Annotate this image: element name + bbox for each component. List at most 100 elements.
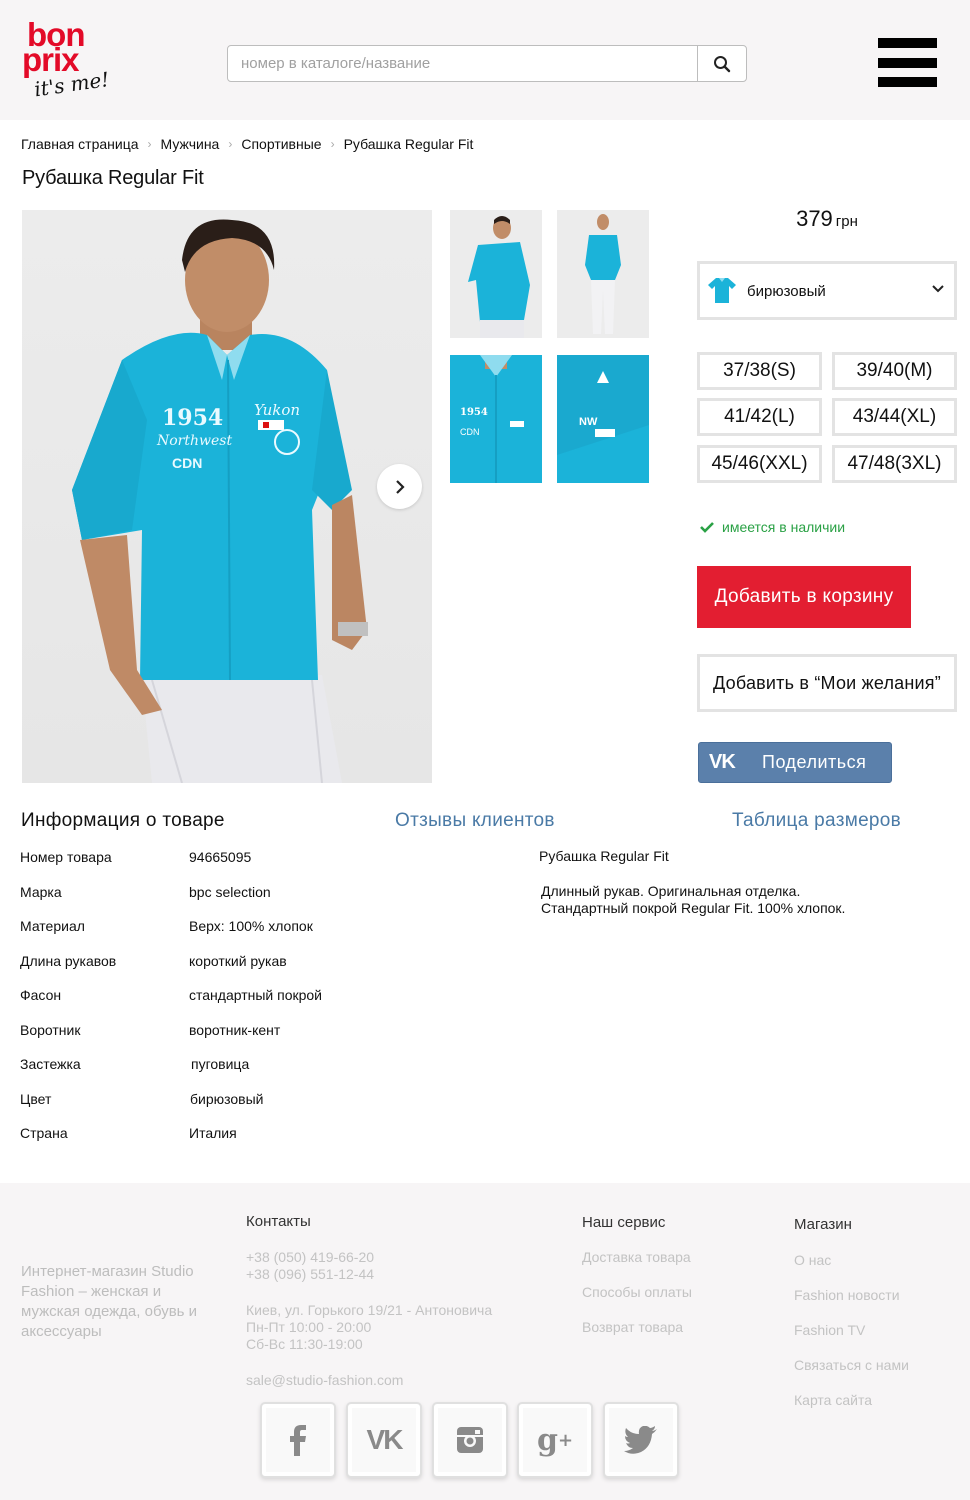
twitter-glyph (624, 1426, 657, 1454)
next-image-button[interactable] (377, 464, 422, 509)
detail-value: короткий рукав (189, 953, 287, 969)
svg-text:CDN: CDN (460, 427, 480, 437)
site-header: bon prix it's me! (0, 0, 970, 120)
size-option[interactable]: 41/42(L) (697, 398, 822, 436)
stock-status-text: имеется в наличии (722, 519, 846, 535)
svg-text:1954: 1954 (460, 407, 488, 418)
description-text: Длинный рукав. Оригинальная отделка. Ста… (541, 883, 941, 917)
detail-key: Длина рукавов (20, 953, 117, 969)
thumbnail-2[interactable] (557, 210, 649, 338)
detail-row: Страна Италия (20, 1125, 520, 1145)
vk-share-button[interactable]: VK Поделиться (698, 742, 892, 783)
bonprix-logo[interactable]: bon prix it's me! (22, 18, 112, 102)
size-option[interactable]: 37/38(S) (697, 352, 822, 390)
breadcrumb-home[interactable]: Главная страница (21, 136, 139, 152)
twitter-icon[interactable] (603, 1402, 679, 1478)
detail-key: Страна (20, 1125, 68, 1141)
size-option[interactable]: 47/48(3XL) (832, 445, 957, 483)
tab-size-chart[interactable]: Таблица размеров (732, 810, 901, 832)
product-main-image[interactable]: 1954 Northwest CDN Yukon (22, 210, 432, 783)
detail-value: Верх: 100% хлопок (189, 918, 313, 934)
footer-contacts-title: Контакты (246, 1213, 311, 1230)
checkmark-icon (700, 522, 714, 533)
selected-color: бирюзовый (747, 283, 826, 300)
google-plus-icon[interactable]: g + (517, 1402, 593, 1478)
chevron-right-icon: › (147, 137, 152, 151)
breadcrumb-sport[interactable]: Спортивные (241, 136, 321, 152)
thumbnail-photo (557, 210, 649, 338)
footer-link[interactable]: О нас (794, 1252, 831, 1268)
tab-product-info[interactable]: Информация о товаре (21, 810, 225, 832)
svg-text:CDN: CDN (172, 455, 202, 471)
instagram-icon[interactable] (432, 1402, 508, 1478)
footer-link[interactable]: Возврат товара (582, 1319, 683, 1335)
detail-value: Италия (189, 1125, 237, 1141)
detail-key: Номер товара (20, 849, 112, 865)
svg-text:Yukon: Yukon (254, 401, 300, 419)
vk-icon[interactable]: VK (346, 1402, 422, 1478)
footer-link[interactable]: Карта сайта (794, 1392, 872, 1408)
chevron-down-icon (932, 285, 944, 293)
size-option[interactable]: 43/44(XL) (832, 398, 957, 436)
thumbnail-3[interactable]: 1954 CDN (450, 355, 542, 483)
search-icon (714, 55, 731, 72)
hamburger-menu-icon[interactable] (878, 38, 937, 87)
color-select[interactable]: бирюзовый (697, 261, 957, 320)
search-bar (227, 45, 747, 82)
detail-row: Марка bpc selection (20, 884, 520, 904)
thumbnail-4[interactable]: NW (557, 355, 649, 483)
description-line: Стандартный покрой Regular Fit. 100% хло… (541, 900, 846, 916)
detail-row: Материал Верх: 100% хлопок (20, 918, 520, 938)
model-photo: 1954 Northwest CDN Yukon (72, 219, 368, 783)
stock-status: имеется в наличии (700, 519, 845, 535)
detail-value: стандартный покрой (189, 987, 323, 1003)
svg-text:Northwest: Northwest (156, 433, 232, 449)
breadcrumb-current: Рубашка Regular Fit (343, 136, 474, 152)
footer-phone[interactable]: +38 (050) 419-66-20 (246, 1249, 374, 1266)
chevron-right-icon: › (330, 137, 335, 151)
detail-key: Материал (20, 918, 85, 934)
detail-row: Воротник воротник-кент (20, 1022, 520, 1042)
detail-value: bpc selection (189, 884, 271, 900)
description-line: Длинный рукав. Оригинальная отделка. (541, 883, 801, 899)
price-value: 379 (796, 206, 833, 231)
detail-value: пуговица (191, 1056, 250, 1072)
footer-about: Интернет-магазин Studio Fashion – женска… (21, 1263, 198, 1340)
thumbnail-photo: NW (557, 355, 649, 483)
size-option[interactable]: 45/46(XXL) (697, 445, 822, 483)
footer-link[interactable]: Связаться с нами (794, 1357, 909, 1373)
detail-value: воротник-кент (189, 1022, 281, 1038)
search-button[interactable] (697, 46, 746, 81)
svg-text:1954: 1954 (162, 405, 223, 431)
page-title: Рубашка Regular Fit (22, 167, 204, 189)
footer-link[interactable]: Способы оплаты (582, 1284, 692, 1300)
size-option[interactable]: 39/40(M) (832, 352, 957, 390)
footer-phone[interactable]: +38 (096) 551-12-44 (246, 1266, 374, 1283)
detail-value: бирюзовый (190, 1091, 264, 1107)
footer-email[interactable]: sale@studio-fashion.com (246, 1372, 403, 1388)
detail-key: Воротник (20, 1022, 81, 1038)
detail-key: Марка (20, 884, 62, 900)
detail-key: Застежка (20, 1056, 81, 1072)
footer-link[interactable]: Fashion TV (794, 1322, 865, 1338)
add-to-cart-button[interactable]: Добавить в корзину (697, 566, 911, 628)
detail-key: Цвет (20, 1091, 52, 1107)
search-input[interactable] (228, 46, 698, 81)
detail-row: Номер товара 94665095 (20, 849, 520, 869)
detail-row: Застежка пуговица (20, 1056, 520, 1076)
thumbnail-photo (450, 210, 542, 338)
tab-reviews[interactable]: Отзывы клиентов (395, 810, 555, 832)
facebook-icon[interactable] (260, 1402, 336, 1478)
vk-share-label: Поделиться (762, 752, 867, 772)
breadcrumb-men[interactable]: Мужчина (161, 136, 220, 152)
footer-link[interactable]: Fashion новости (794, 1287, 900, 1303)
footer-hours: Пн-Пт 10:00 - 20:00 (246, 1319, 372, 1335)
detail-value: 94665095 (189, 849, 252, 865)
vk-icon: VK (709, 751, 736, 773)
footer-link[interactable]: Доставка товара (582, 1249, 691, 1265)
product-price: 379 грн (700, 206, 954, 232)
thumbnail-1[interactable] (450, 210, 542, 338)
footer-service-title: Наш сервис (582, 1214, 666, 1231)
add-to-wishlist-button[interactable]: Добавить в “Мои желания” (697, 654, 957, 712)
breadcrumb: Главная страница › Мужчина › Спортивные … (21, 136, 473, 152)
